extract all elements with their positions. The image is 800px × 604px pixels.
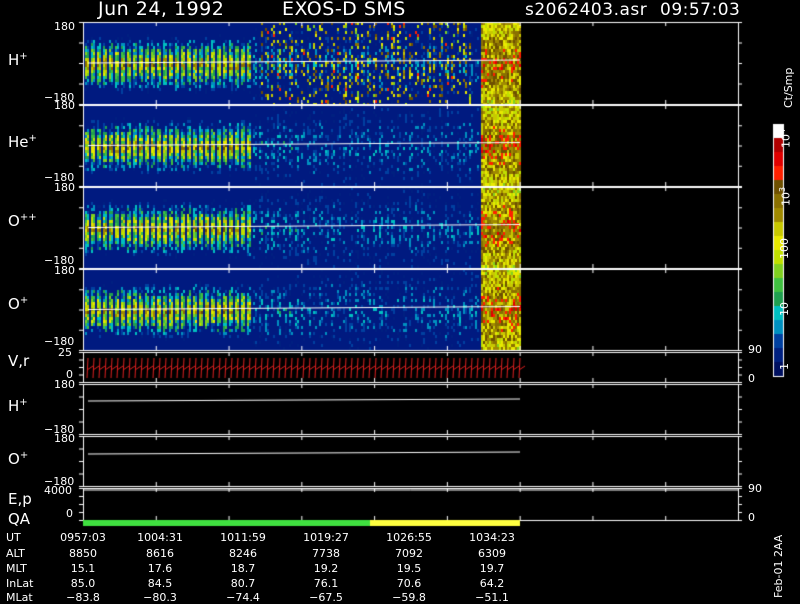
line-label-o-plus: O+ — [8, 450, 29, 468]
cell-c4-r2: 19.5 — [396, 562, 422, 575]
row-label-inlat: InLat — [6, 577, 34, 590]
cell-c5-r4: −51.1 — [475, 591, 509, 604]
cell-c4-r3: 70.6 — [396, 577, 422, 590]
cell-c0-r2: 15.1 — [70, 562, 96, 575]
cell-c4-r0: 1026:55 — [386, 531, 432, 544]
line2-ymax: 180 — [54, 432, 75, 445]
panel-label-he-plus: He+ — [8, 133, 37, 151]
cell-c2-r4: −74.4 — [226, 591, 260, 604]
cell-c4-r1: 7092 — [395, 547, 423, 560]
vr-ytop: 25 — [58, 346, 72, 359]
cell-c5-r1: 6309 — [478, 547, 506, 560]
cell-c4-r4: −59.8 — [392, 591, 426, 604]
header-time: 09:57:03 — [660, 0, 741, 20]
cell-c0-r0: 0957:03 — [60, 531, 106, 544]
ep-right-top: 90 — [748, 482, 762, 495]
cell-c1-r1: 8616 — [146, 547, 174, 560]
colorbar-tick-1e3: 103 — [778, 186, 793, 206]
ep-ytop: 4000 — [44, 484, 72, 497]
header-date: Jun 24, 1992 — [98, 0, 225, 20]
cell-c3-r3: 76.1 — [313, 577, 339, 590]
ep-right-bottom: 0 — [748, 511, 755, 524]
cell-c1-r3: 84.5 — [147, 577, 173, 590]
cell-c5-r0: 1034:23 — [469, 531, 515, 544]
spectrogram-canvas — [0, 0, 800, 600]
cell-c5-r3: 64.2 — [479, 577, 505, 590]
colorbar-tick-10: 10 — [778, 302, 791, 316]
colorbar-tick-100: 100 — [778, 238, 791, 259]
panel-label-o-plusplus: O++ — [8, 212, 37, 230]
colorbar-tick-1: 1 — [778, 363, 791, 370]
side-note: Feb-01 2AA — [772, 534, 785, 598]
cell-c0-r4: −83.8 — [66, 591, 100, 604]
vr-right-bottom: 0 — [748, 372, 755, 385]
cell-c1-r2: 17.6 — [147, 562, 173, 575]
header-instrument: EXOS-D SMS — [282, 0, 406, 20]
ep-label: E,p — [8, 490, 32, 508]
line-label-h-plus: H+ — [8, 397, 28, 415]
qa-label: QA — [8, 510, 31, 528]
cell-c3-r4: −67.5 — [309, 591, 343, 604]
colorbar-unit: Ct/Smp — [782, 67, 795, 108]
row-label-mlt: MLT — [6, 562, 27, 575]
row-label-ut: UT — [6, 531, 21, 544]
row-label-alt: ALT — [6, 547, 25, 560]
header-file: s2062403.asr — [525, 0, 648, 20]
panel4-ymax: 180 — [54, 264, 75, 277]
ep-ybottom: 0 — [66, 507, 73, 520]
vr-right-top: 90 — [748, 343, 762, 356]
cell-c3-r1: 7738 — [312, 547, 340, 560]
cell-c2-r2: 18.7 — [230, 562, 256, 575]
panel-label-o-plus: O+ — [8, 295, 29, 313]
cell-c1-r0: 1004:31 — [137, 531, 183, 544]
cell-c2-r1: 8246 — [229, 547, 257, 560]
cell-c2-r0: 1011:59 — [220, 531, 266, 544]
cell-c1-r4: −80.3 — [143, 591, 177, 604]
panel1-ymax: 180 — [54, 20, 75, 33]
cell-c3-r2: 19.2 — [313, 562, 339, 575]
panel-label-h-plus: H+ — [8, 51, 28, 69]
cell-c0-r1: 8850 — [69, 547, 97, 560]
vr-label: V,r — [8, 352, 30, 370]
cell-c2-r3: 80.7 — [230, 577, 256, 590]
cell-c5-r2: 19.7 — [479, 562, 505, 575]
panel3-ymax: 180 — [54, 181, 75, 194]
panel2-ymax: 180 — [54, 99, 75, 112]
row-label-mlat: MLat — [6, 591, 33, 604]
colorbar-tick-1e4: 104 — [778, 128, 793, 148]
cell-c3-r0: 1019:27 — [303, 531, 349, 544]
cell-c0-r3: 85.0 — [70, 577, 96, 590]
line1-ymax: 180 — [54, 378, 75, 391]
